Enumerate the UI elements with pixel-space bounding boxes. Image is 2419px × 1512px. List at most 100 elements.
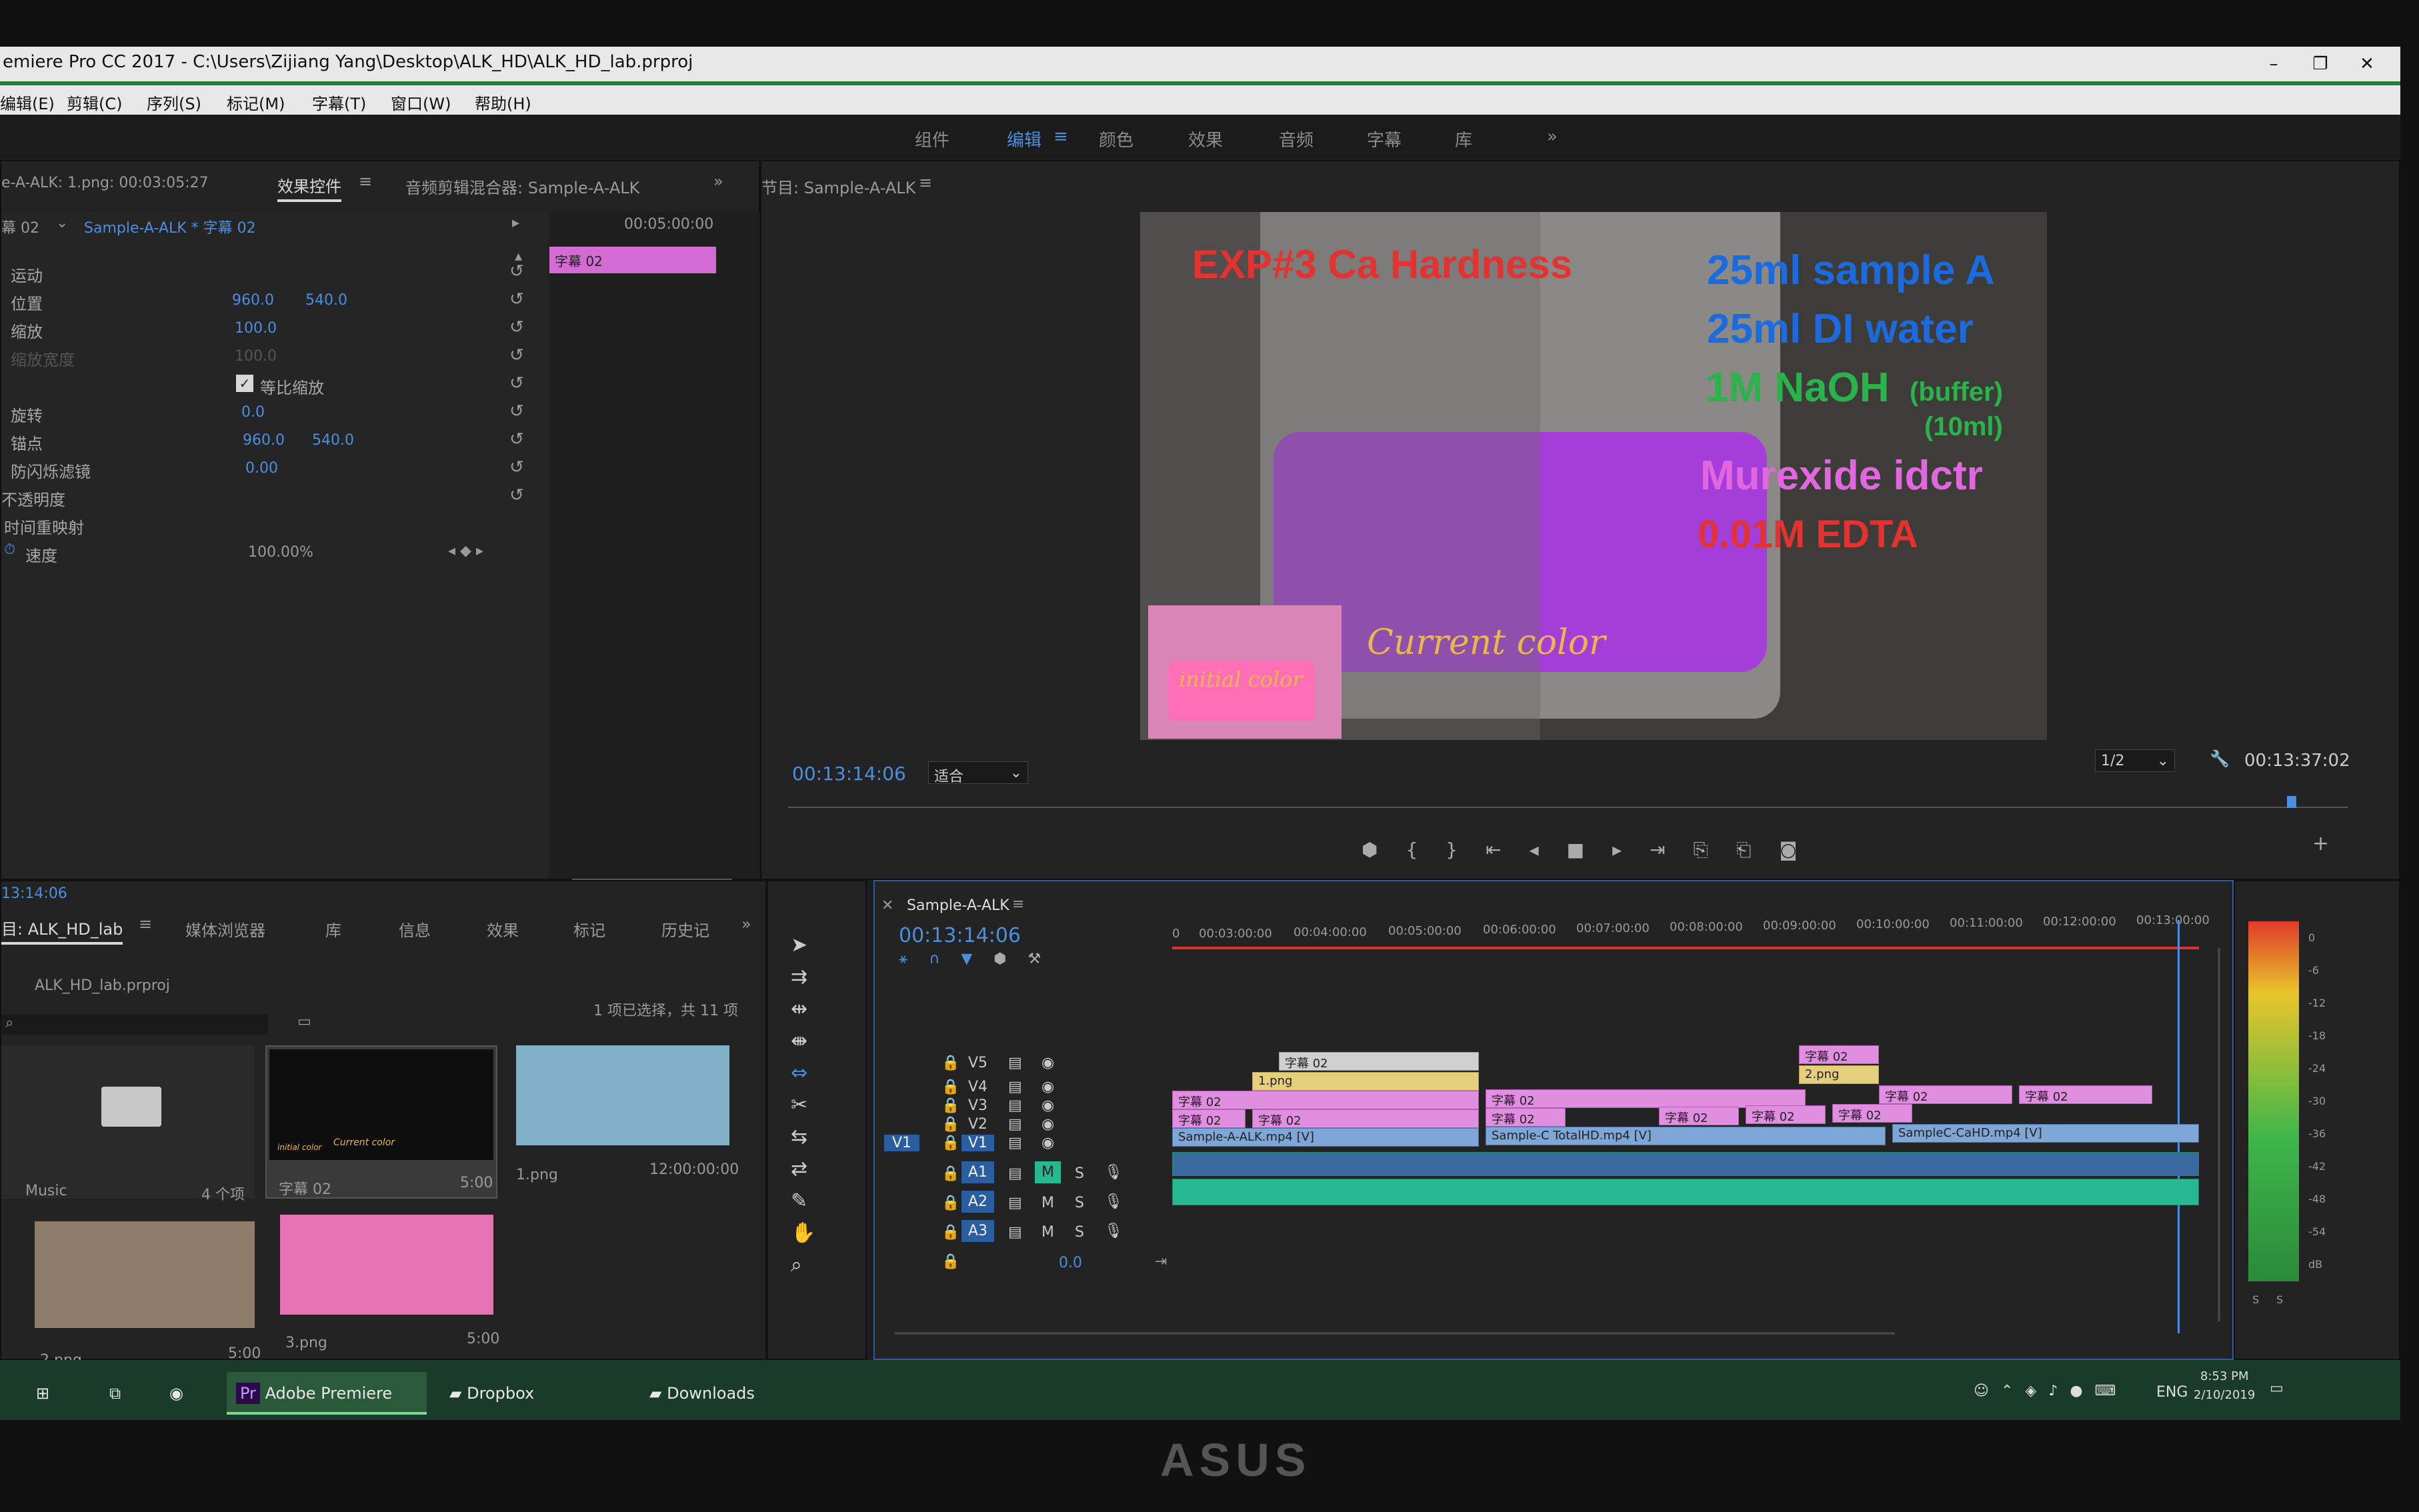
add-marker-icon[interactable]: ⬢	[1362, 839, 1406, 861]
clock-date[interactable]: 2/10/2019	[2194, 1388, 2255, 1402]
chevron-up-icon[interactable]: ⌃	[2001, 1383, 2025, 1399]
film-icon[interactable]: ▤	[1008, 1135, 1022, 1151]
tab-audio-clip-mixer[interactable]: 音频剪辑混合器: Sample-A-ALK	[405, 175, 639, 198]
menu-help[interactable]: 帮助(H)	[475, 91, 531, 114]
project-item-2png[interactable]: 2.png 5:00	[28, 1221, 261, 1369]
clip-v5-title[interactable]: 字幕 02	[1279, 1052, 1479, 1071]
workspace-titles[interactable]: 字幕	[1367, 127, 1402, 151]
menu-marker[interactable]: 标记(M)	[227, 91, 285, 114]
clip-v1-video[interactable]: SampleC-CaHD.mp4 [V]	[1892, 1124, 2199, 1143]
minimize-icon[interactable]: –	[2254, 51, 2294, 77]
position-x[interactable]: 960.0	[232, 292, 274, 309]
lock-icon[interactable]: 🔒	[941, 1116, 959, 1133]
panel-menu-icon[interactable]: ≡	[1012, 896, 1024, 913]
playhead-marker[interactable]	[2287, 796, 2296, 808]
clip-v2-title[interactable]: 字幕 02	[1832, 1104, 1912, 1123]
lock-icon[interactable]: 🔒	[941, 1165, 959, 1182]
project-item-title02[interactable]: initial color Current color 字幕 02 5:00	[265, 1045, 497, 1199]
eye-icon[interactable]: ◉	[1041, 1116, 1054, 1133]
program-timecode[interactable]: 00:13:14:06	[792, 763, 906, 785]
reset-icon[interactable]: ↺	[509, 429, 524, 449]
anchor-y[interactable]: 540.0	[312, 432, 354, 449]
reset-icon[interactable]: ↺	[509, 457, 524, 477]
language-indicator[interactable]: ENG	[2156, 1384, 2188, 1401]
clip-v3-title[interactable]: 字幕 02	[1172, 1091, 1479, 1109]
add-marker-icon[interactable]: ▼	[961, 951, 993, 967]
workspace-assembly[interactable]: 组件	[915, 127, 949, 151]
lock-icon[interactable]: 🔒	[941, 1253, 959, 1270]
slip-tool-icon[interactable]: ⇆	[791, 1121, 817, 1153]
taskbar-dropbox[interactable]: ▰ Dropbox	[440, 1372, 627, 1415]
uniform-scale-checkbox[interactable]: ✓	[236, 375, 253, 392]
dropbox-icon[interactable]: ◈	[2025, 1383, 2048, 1399]
timeline-ruler[interactable]: 0 00:03:00:00 00:04:00:00 00:05:00:00 00…	[1172, 903, 2210, 949]
go-to-end-icon[interactable]: ⇥	[1155, 1253, 1167, 1270]
film-icon[interactable]: ▤	[1008, 1195, 1022, 1211]
keyboard-icon[interactable]: ⌨	[2095, 1383, 2128, 1399]
project-item-1png[interactable]: 1.png 12:00:00:00	[509, 1045, 763, 1199]
mark-in-icon[interactable]: {	[1406, 839, 1446, 861]
clip-v1-video[interactable]: Sample-C TotalHD.mp4 [V]	[1486, 1127, 1886, 1145]
master-volume-value[interactable]: 0.0	[1059, 1255, 1082, 1271]
project-search-input[interactable]: ⌕	[1, 1015, 268, 1035]
task-view-icon[interactable]: ⧉	[100, 1372, 130, 1415]
tab-info[interactable]: 信息	[399, 917, 431, 941]
solo-left-button[interactable]: S	[2252, 1293, 2259, 1306]
clip-v2-title[interactable]: 字幕 02	[1486, 1108, 1566, 1127]
linked-selection-icon[interactable]: ∩	[929, 951, 961, 967]
step-forward-icon[interactable]: ▸	[1612, 839, 1650, 861]
film-icon[interactable]: ▤	[1008, 1224, 1022, 1241]
taskbar-downloads[interactable]: ▰ Downloads	[640, 1372, 840, 1415]
mute-button[interactable]: M	[1041, 1224, 1054, 1241]
workspace-editing[interactable]: 编辑	[1007, 127, 1041, 151]
lock-icon[interactable]: 🔒	[941, 1079, 959, 1095]
zoom-tool-icon[interactable]: ⌕	[791, 1249, 817, 1281]
tab-effect-controls[interactable]: 效果控件	[277, 173, 341, 202]
film-icon[interactable]: ▤	[1008, 1165, 1022, 1182]
timeline-vertical-scrollbar[interactable]	[2218, 948, 2220, 1321]
workspace-menu-icon[interactable]: ≡	[1053, 127, 1068, 147]
wrench-icon[interactable]: 🔧	[2210, 749, 2230, 768]
solo-button[interactable]: S	[1075, 1165, 1084, 1182]
film-icon[interactable]: ▤	[1008, 1055, 1022, 1071]
chrome-icon[interactable]: ◉	[160, 1372, 193, 1415]
clip-v4-image[interactable]: 2.png	[1799, 1065, 1879, 1084]
solo-right-button[interactable]: S	[2276, 1293, 2283, 1306]
film-icon[interactable]: ▤	[1008, 1116, 1022, 1133]
workspace-color[interactable]: 颜色	[1099, 127, 1133, 151]
scale-value[interactable]: 100.0	[235, 320, 277, 337]
chat-icon[interactable]: ●	[2070, 1383, 2094, 1399]
close-icon[interactable]: ✕	[881, 897, 893, 914]
workspace-audio[interactable]: 音频	[1279, 127, 1314, 151]
clip-selector[interactable]: Sample-A-ALK * 字幕 02	[84, 216, 256, 237]
microphone-icon[interactable]: 🎙	[1104, 1223, 1123, 1239]
microphone-icon[interactable]: 🎙	[1104, 1193, 1123, 1210]
go-to-out-icon[interactable]: ⇥	[1650, 839, 1693, 861]
stopwatch-icon[interactable]: ⏱	[4, 541, 15, 558]
workspace-more-icon[interactable]: »	[1547, 127, 1558, 147]
add-button-icon[interactable]: +	[2312, 832, 2329, 855]
clock-time[interactable]: 8:53 PM	[2200, 1369, 2249, 1383]
clip-v1-video[interactable]: Sample-A-ALK.mp4 [V]	[1172, 1128, 1479, 1147]
track-select-tool-icon[interactable]: ⇉	[791, 961, 817, 993]
reset-icon[interactable]: ↺	[509, 485, 524, 505]
workspace-effects[interactable]: 效果	[1188, 127, 1223, 151]
solo-button[interactable]: S	[1075, 1224, 1084, 1241]
clip-v4-image[interactable]: 1.png	[1252, 1072, 1479, 1091]
tab-libraries[interactable]: 库	[325, 917, 341, 941]
tab-media-browser[interactable]: 媒体浏览器	[185, 917, 265, 941]
panel-menu-icon[interactable]: ≡	[359, 172, 372, 191]
new-bin-icon[interactable]: ▭	[297, 1013, 311, 1030]
mute-button[interactable]: M	[1035, 1161, 1061, 1183]
selection-tool-icon[interactable]: ➤	[791, 929, 817, 961]
export-frame-icon[interactable]: ◙	[1779, 839, 1825, 861]
reset-icon[interactable]: ↺	[509, 373, 524, 393]
film-icon[interactable]: ▤	[1008, 1097, 1022, 1114]
tab-history[interactable]: 历史记	[661, 917, 709, 941]
program-scrub-bar[interactable]	[788, 807, 2348, 808]
panel-overflow-icon[interactable]: »	[741, 915, 751, 933]
panel-menu-icon[interactable]: ≡	[139, 915, 152, 933]
eye-icon[interactable]: ◉	[1041, 1079, 1054, 1095]
track-v1-label[interactable]: V1	[961, 1135, 995, 1151]
wrench-icon[interactable]: ⚒	[1027, 951, 1062, 967]
